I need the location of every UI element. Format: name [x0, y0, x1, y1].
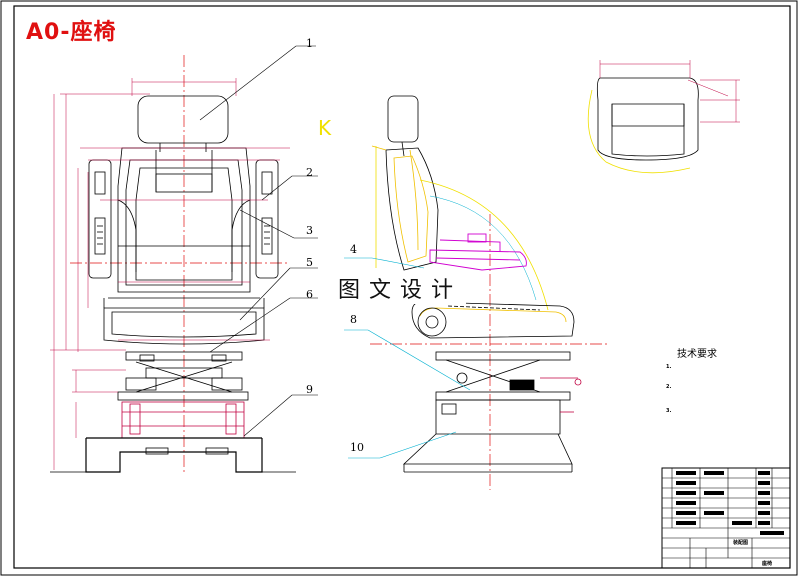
callout-5: 5: [306, 256, 313, 269]
title-block-label-a: 装配图: [733, 540, 749, 546]
drawing-title: A0-座椅: [26, 20, 117, 45]
callout-8: 8: [350, 313, 357, 326]
watermark-text: 图文设计: [334, 272, 467, 304]
callout-6: 6: [306, 288, 313, 301]
title-block-label-b: 座椅: [762, 561, 773, 567]
armrest-right: [255, 159, 279, 279]
pedestal-side: [402, 433, 573, 465]
armrest-left: [88, 159, 112, 279]
callout-10: 10: [350, 441, 364, 454]
pedestal-front: [85, 438, 263, 473]
callout-9: 9: [306, 383, 313, 396]
tech-note-1: 1.: [666, 364, 672, 370]
callout-1: 1: [306, 37, 313, 50]
base-side: [435, 399, 561, 435]
callout-3: 3: [306, 224, 313, 237]
callout-2: 2: [306, 166, 313, 179]
title-block: [661, 467, 791, 569]
front-dimensions: [50, 78, 290, 470]
view-mark-k: K: [318, 116, 332, 140]
tech-note-3: 3.: [666, 408, 672, 414]
tech-note-2: 2.: [666, 384, 672, 390]
front-leaders: [199, 45, 318, 437]
tech-requirements-title: 技术要求: [677, 349, 717, 360]
headrest-side: [387, 95, 419, 143]
callout-4: 4: [350, 243, 357, 256]
front-view: [50, 45, 318, 475]
detail-view-k: [587, 60, 740, 174]
armrest-side: [429, 233, 527, 271]
suspension-bottom-plate-front: [117, 391, 249, 401]
headrest-front: [137, 95, 229, 144]
suspension-top-plate-side: [435, 351, 571, 361]
seat-cushion-side: [411, 301, 575, 339]
detail-headrest-outline: [596, 77, 699, 161]
